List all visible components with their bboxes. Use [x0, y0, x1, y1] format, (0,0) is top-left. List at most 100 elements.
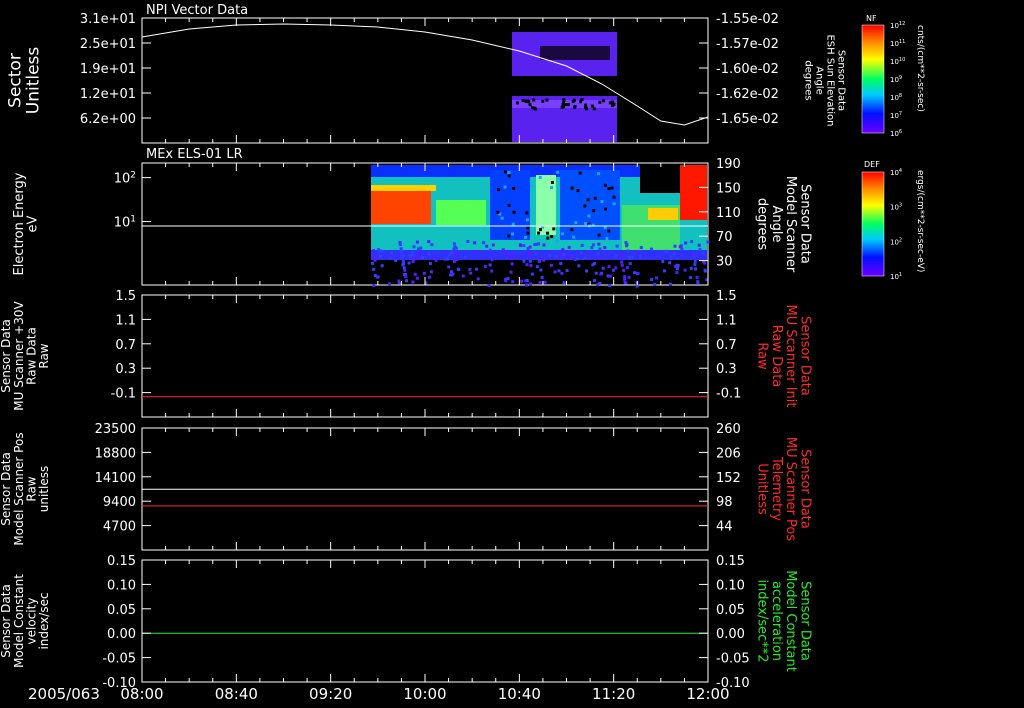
def-colorbar-unit: ergs/(cm**2-sr-sec-eV) — [915, 170, 925, 272]
panel1-speckle — [610, 104, 614, 108]
colorbar-tick-label: 102 — [890, 237, 902, 246]
y-right-tick-label: 30 — [716, 255, 733, 270]
spectrogram-speckle — [387, 282, 391, 286]
colorbar-ticks: 1012 1011 1010 109 108 107 106 104 103 102 101 — [890, 21, 905, 281]
spectrogram-speckle — [524, 235, 528, 239]
spectrogram-speckle — [542, 258, 546, 262]
spectrogram-speckle — [630, 255, 634, 259]
spectrogram-speckle — [538, 175, 542, 179]
y-tick-label: 18800 — [95, 446, 136, 461]
spectrogram-speckle — [624, 241, 628, 245]
spectrogram-speckle — [597, 233, 601, 237]
panel1-ylabel: SectorUnitless — [6, 47, 44, 115]
spectrogram-speckle — [411, 251, 414, 255]
spectrogram-speckle — [380, 264, 384, 268]
spectrogram-speckle — [504, 252, 508, 256]
spectrogram-speckle — [596, 252, 600, 256]
y-right-tick-label: 150 — [716, 181, 741, 196]
spectrogram-speckle — [507, 174, 511, 178]
spectrogram-speckle — [491, 243, 495, 247]
spectrogram-speckle — [490, 269, 494, 273]
y-right-tick-label: 0.10 — [716, 578, 745, 593]
panel5-frame — [141, 559, 709, 683]
spectrogram-speckle — [605, 237, 609, 240]
spectrogram-speckle — [546, 236, 550, 240]
spectrogram-speckle — [554, 254, 558, 258]
spectrogram-speckle — [653, 282, 657, 286]
spectrogram-speckle — [525, 211, 529, 215]
spectrogram-speckle — [473, 241, 477, 245]
spectrogram-speckle — [562, 253, 566, 257]
panel4-right-label: Sensor DataMU Scanner PosTelemetryUnitle… — [755, 437, 813, 542]
spectrogram-speckle — [503, 170, 507, 174]
spectrogram-speckle — [548, 254, 552, 258]
y-tick-label: 1.1 — [115, 313, 136, 328]
spectrogram-speckle — [526, 247, 530, 250]
spectrogram-speckle — [655, 276, 658, 280]
spectrogram-speckle — [507, 203, 511, 207]
spectrogram-speckle — [373, 256, 377, 260]
panel3-ylabel: Sensor DataMU Scanner +30VRaw DataRaw — [0, 301, 51, 411]
spectrogram-speckle — [607, 187, 611, 191]
spectrogram-speckle — [457, 267, 461, 271]
y-tick-label: 102 — [114, 171, 136, 187]
y-right-tick-label: 0.3 — [716, 362, 737, 377]
spectrogram-speckle — [673, 264, 677, 268]
spectrogram-speckle — [607, 265, 611, 269]
spectrogram-speckle — [662, 269, 666, 273]
panel4-ylabel: Sensor DataModel Scanner PosRawunitless — [0, 432, 51, 545]
spectrogram-speckle — [561, 248, 565, 252]
spectrogram-speckle — [601, 266, 605, 270]
panel1-block-upper-gap — [540, 46, 610, 60]
spectrogram-speckle — [570, 228, 574, 232]
spectrogram-speckle — [476, 277, 480, 281]
spectrogram-speckle — [559, 261, 563, 265]
spectrogram-speckle — [650, 248, 653, 251]
panel1-speckle — [580, 98, 584, 101]
spectrogram-speckle — [635, 284, 639, 288]
y-tick-label: 6.2e+00 — [80, 112, 136, 127]
time-tick-label: 09:20 — [309, 685, 352, 703]
panel1-speckle — [516, 101, 519, 105]
spectrogram-speckle — [496, 210, 500, 214]
spectrogram-speckle — [428, 262, 432, 265]
spectrogram-speckle — [694, 267, 698, 271]
colorbar-tick-label: 1011 — [890, 39, 905, 48]
spectrogram-speckle — [703, 261, 707, 265]
spectrogram-speckle — [509, 254, 513, 258]
y-tick-label: -0.10 — [102, 676, 136, 691]
spectrogram-speckle — [511, 222, 515, 226]
spectrogram-speckle — [587, 214, 591, 218]
spectrogram-speckle — [576, 189, 580, 193]
y-right-tick-label: 152 — [716, 471, 741, 486]
spectrogram-speckle — [690, 240, 694, 244]
spectrogram-speckle — [565, 268, 569, 272]
spectrogram-speckle — [578, 171, 582, 175]
panel1-speckle — [521, 99, 525, 103]
spectrogram-speckle — [468, 267, 472, 271]
spectrogram-speckle — [539, 268, 543, 272]
spectrogram-speckle — [615, 244, 619, 248]
spectrogram-speckle — [526, 218, 529, 222]
spectrogram-speckle — [421, 256, 424, 260]
spectrogram-speckle — [394, 258, 398, 262]
panel2-ylabel: Electron EnergyeV — [12, 172, 41, 275]
time-tick-label: 11:20 — [592, 685, 635, 703]
y-right-tick-label: 1.5 — [716, 289, 737, 304]
y-right-tick-label: 0.7 — [716, 338, 737, 353]
spectrogram-speckle — [697, 243, 701, 247]
spectrogram-speckle — [596, 256, 600, 260]
spectrogram-speckle — [398, 243, 402, 247]
spectrogram-speckle — [507, 171, 511, 175]
spectrogram-speckle — [703, 269, 707, 273]
spectrogram-speckle — [451, 272, 455, 276]
y-tick-label: 0.00 — [107, 627, 136, 642]
spectrogram-speckle — [397, 281, 401, 285]
spectrogram-speckle — [538, 259, 541, 263]
y-right-tick-label: 0.15 — [716, 554, 745, 569]
spectrogram-speckle — [706, 240, 710, 244]
spectrogram-speckle — [693, 259, 697, 263]
spectrogram-speckle — [461, 274, 465, 278]
spectrogram-speckle — [695, 275, 699, 279]
y-right-tick-label: 190 — [716, 157, 741, 172]
